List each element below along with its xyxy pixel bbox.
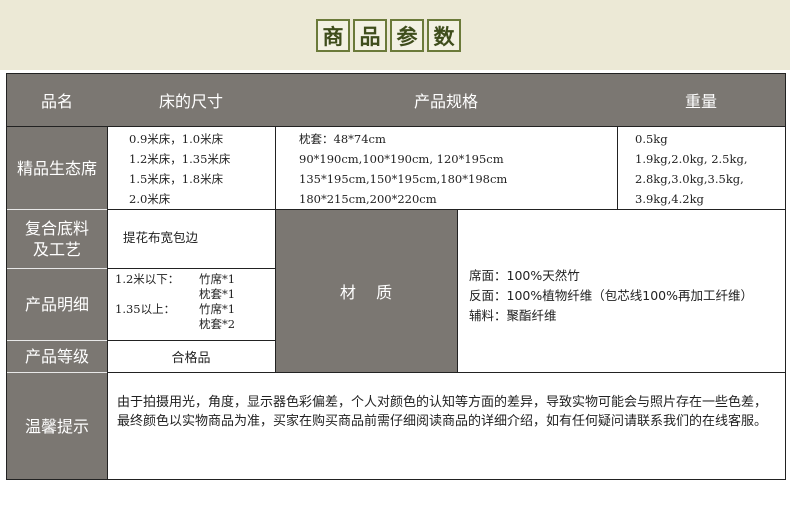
bed-size-line: 2.0米床 <box>129 192 171 206</box>
notice-text: 由于拍摄用光，角度，显示器色彩偏差，个人对颜色的认知等方面的差异，导致实物可能会… <box>117 395 768 429</box>
details-size <box>115 287 199 302</box>
spec-line: 180*215cm,200*220cm <box>299 192 437 206</box>
header-bed-size: 床的尺寸 <box>107 74 275 126</box>
spec-line: 90*190cm,100*190cm, 120*195cm <box>299 152 504 166</box>
details-line: 枕套*2 <box>115 317 275 332</box>
grade-value: 合格品 <box>171 350 211 366</box>
row-label-notice: 温馨提示 <box>7 372 107 479</box>
details-size <box>115 317 199 332</box>
banner-char: 参 <box>390 19 424 52</box>
details-line: 枕套*1 <box>115 287 275 302</box>
details-item: 枕套*2 <box>199 317 236 331</box>
grid-line <box>107 126 108 479</box>
spec-line: 枕套：48*74cm <box>299 132 386 146</box>
grid-line <box>107 268 275 269</box>
spec-cell: 枕套：48*74cm 90*190cm,100*190cm, 120*195cm… <box>275 126 617 209</box>
title-banner: 商 品 参 数 <box>0 0 790 70</box>
grid-line <box>107 340 275 341</box>
details-item: 枕套*1 <box>199 287 236 301</box>
details-line: 1.35以上： 竹席*1 <box>115 302 275 317</box>
details-size: 1.35以上： <box>115 302 176 316</box>
weight-cell: 0.5kg 1.9kg,2.0kg, 2.5kg, 2.8kg,3.0kg,3.… <box>617 126 785 209</box>
grid-line <box>107 372 785 373</box>
material-line: 反面：100%植物纤维（包芯线100%再加工纤维） <box>469 288 753 303</box>
grid-line <box>7 126 785 127</box>
row-label-product: 精品生态席 <box>7 126 107 209</box>
grid-line <box>617 126 618 209</box>
bed-size-line: 1.5米床，1.8米床 <box>129 172 224 186</box>
banner-char: 品 <box>353 19 387 52</box>
header-spec: 产品规格 <box>275 74 617 126</box>
grid-line <box>107 209 785 210</box>
parameter-table: 品名 床的尺寸 产品规格 重量 精品生态席 复合底料及工艺 产品明细 产品等级 … <box>6 73 786 480</box>
spec-line: 135*195cm,150*195cm,180*198cm <box>299 172 508 186</box>
weight-line: 0.5kg <box>635 132 668 146</box>
details-line: 1.2米以下： 竹席*1 <box>115 272 275 287</box>
details-cell: 1.2米以下： 竹席*1 枕套*1 1.35以上： 竹席*1 枕套*2 <box>107 268 275 340</box>
weight-line: 3.9kg,4.2kg <box>635 192 704 206</box>
header-weight: 重量 <box>617 74 785 126</box>
material-line: 席面：100%天然竹 <box>469 268 580 283</box>
row-label-grade: 产品等级 <box>7 340 107 372</box>
weight-line: 1.9kg,2.0kg, 2.5kg, <box>635 152 748 166</box>
details-item: 竹席*1 <box>199 302 236 316</box>
base-material-value: 提花布宽包边 <box>123 230 199 245</box>
grid-line <box>275 126 276 372</box>
details-size: 1.2米以下： <box>115 272 180 286</box>
grid-line <box>457 209 458 372</box>
row-label-base-material: 复合底料及工艺 <box>7 209 107 268</box>
material-line: 辅料：聚酯纤维 <box>469 308 557 323</box>
details-item: 竹席*1 <box>199 272 236 286</box>
row-label-details: 产品明细 <box>7 268 107 340</box>
bed-size-cell: 0.9米床，1.0米床 1.2米床，1.35米床 1.5米床，1.8米床 2.0… <box>107 126 275 209</box>
weight-line: 2.8kg,3.0kg,3.5kg, <box>635 172 744 186</box>
banner-char: 数 <box>427 19 461 52</box>
material-label: 材 质 <box>275 209 457 372</box>
bed-size-line: 0.9米床，1.0米床 <box>129 132 224 146</box>
banner-char: 商 <box>316 19 350 52</box>
banner-title: 商 品 参 数 <box>316 19 461 52</box>
header-name: 品名 <box>7 74 107 126</box>
bed-size-line: 1.2米床，1.35米床 <box>129 152 231 166</box>
material-cell: 席面：100%天然竹 反面：100%植物纤维（包芯线100%再加工纤维） 辅料：… <box>457 209 785 372</box>
